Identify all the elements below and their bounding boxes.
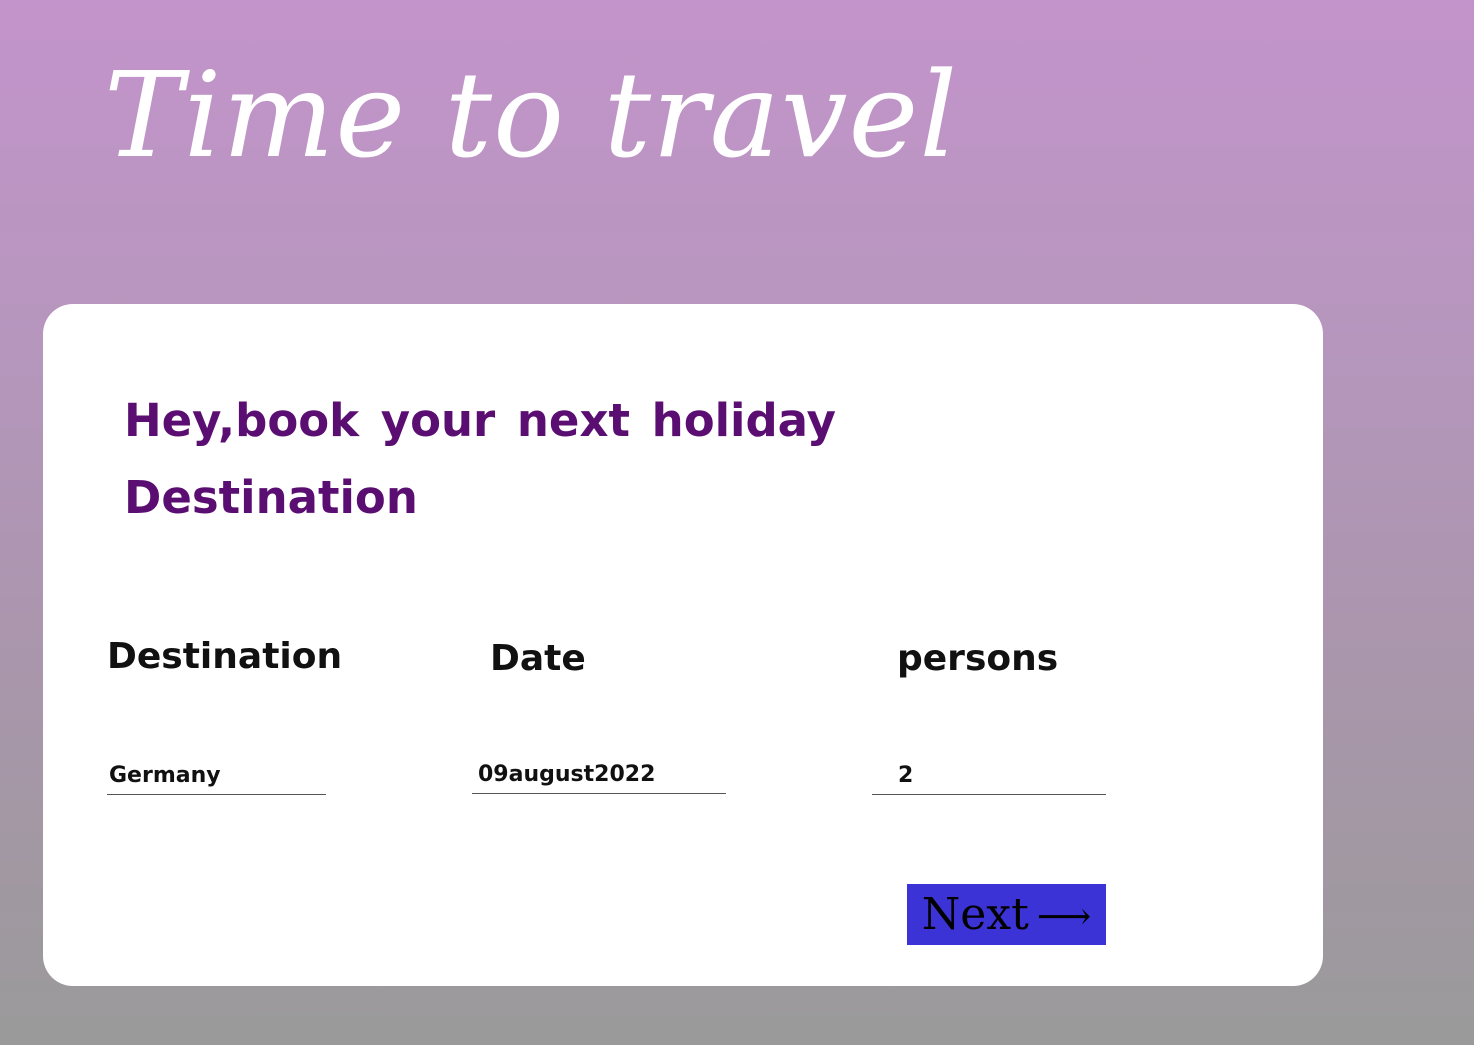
next-button[interactable]: Next ⟶ bbox=[907, 884, 1106, 945]
destination-label: Destination bbox=[107, 636, 343, 677]
date-input[interactable] bbox=[472, 759, 726, 794]
page-title: Time to travel bbox=[104, 46, 959, 184]
destination-input[interactable] bbox=[107, 760, 326, 795]
persons-input[interactable] bbox=[872, 760, 1106, 795]
date-label: Date bbox=[490, 638, 586, 679]
persons-label: persons bbox=[897, 638, 1059, 679]
booking-card: Hey,book your next holiday Destination D… bbox=[43, 304, 1323, 986]
booking-headline: Hey,book your next holiday Destination bbox=[124, 394, 836, 524]
next-button-label: Next bbox=[921, 889, 1029, 940]
arrow-right-icon: ⟶ bbox=[1036, 894, 1092, 938]
